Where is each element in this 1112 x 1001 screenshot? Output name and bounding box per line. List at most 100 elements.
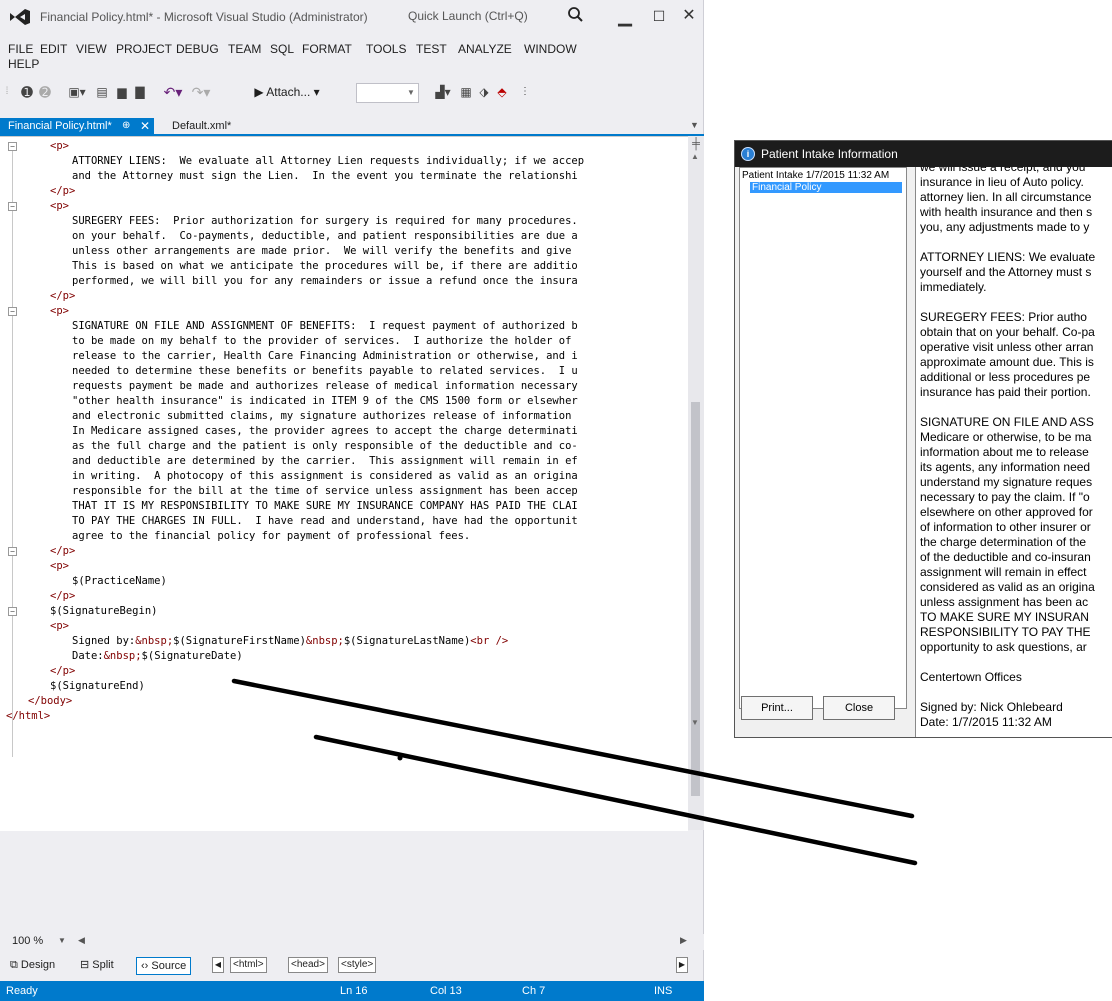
menu-format[interactable]: FORMAT <box>302 42 352 56</box>
code-line[interactable]: </p> <box>0 664 688 679</box>
close-window-button[interactable]: ✕ <box>676 4 702 28</box>
menu-window[interactable]: WINDOW <box>524 42 577 56</box>
code-line[interactable]: "other health insurance" is indicated in… <box>0 394 688 409</box>
crumb-right-icon[interactable]: ▶ <box>676 957 688 973</box>
code-line[interactable]: In Medicare assigned cases, the provider… <box>0 424 688 439</box>
menu-debug[interactable]: DEBUG <box>176 42 219 56</box>
code-line[interactable]: </p> <box>0 184 688 199</box>
code-line[interactable]: requests payment be made and authorizes … <box>0 379 688 394</box>
code-line[interactable]: − <p> <box>0 199 688 214</box>
code-line[interactable]: on your behalf. Co-payments, deductible,… <box>0 229 688 244</box>
scroll-down-icon[interactable]: ▼ <box>691 718 699 727</box>
menu-tools[interactable]: TOOLS <box>366 42 406 56</box>
crumb-style[interactable]: <style> <box>338 957 377 973</box>
code-line[interactable]: Signed by:&nbsp;$(SignatureFirstName)&nb… <box>0 634 688 649</box>
new-project-icon[interactable]: ▣▾ <box>66 82 88 102</box>
navigate-back-icon[interactable]: ➊ <box>18 82 36 102</box>
print-button[interactable]: Print... <box>741 696 813 720</box>
code-line[interactable]: to be made on my behalf to the provider … <box>0 334 688 349</box>
code-line[interactable]: </body> <box>0 694 688 709</box>
chevron-down-icon[interactable]: ▼ <box>404 83 419 103</box>
tab-financial-policy[interactable]: Financial Policy.html* ⊕ ✕ <box>0 118 154 134</box>
code-line[interactable]: </p> <box>0 289 688 304</box>
crumb-html[interactable]: <html> <box>230 957 267 973</box>
menu-team[interactable]: TEAM <box>228 42 261 56</box>
open-file-icon[interactable]: ▤ <box>94 82 110 102</box>
solution-config-combo[interactable] <box>356 83 406 103</box>
scroll-right-icon[interactable]: ▶ <box>680 935 687 946</box>
save-all-icon[interactable]: ▇ <box>132 82 148 102</box>
code-line[interactable]: ATTORNEY LIENS: We evaluate all Attorney… <box>0 154 688 169</box>
editor-vertical-scrollbar[interactable]: ╪ ▲ ▼ <box>688 136 704 830</box>
code-line[interactable]: SIGNATURE ON FILE AND ASSIGNMENT OF BENE… <box>0 319 688 334</box>
code-line[interactable]: and deductible are determined by the car… <box>0 454 688 469</box>
code-line[interactable]: THAT IT IS MY RESPONSIBILITY TO MAKE SUR… <box>0 499 688 514</box>
menu-sql[interactable]: SQL <box>270 42 294 56</box>
collapse-icon[interactable]: − <box>8 202 17 211</box>
code-line[interactable]: <p> <box>0 619 688 634</box>
code-line[interactable]: Date:&nbsp;$(SignatureDate) <box>0 649 688 664</box>
code-line[interactable]: </p> <box>0 589 688 604</box>
menu-edit[interactable]: EDIT <box>40 42 67 56</box>
crumb-head[interactable]: <head> <box>288 957 328 973</box>
collapse-icon[interactable]: − <box>8 307 17 316</box>
code-line[interactable]: in writing. A photocopy of this assignme… <box>0 469 688 484</box>
redo-icon[interactable]: ↷▾ <box>188 82 214 102</box>
code-line[interactable]: − $(SignatureBegin) <box>0 604 688 619</box>
collapse-icon[interactable]: − <box>8 547 17 556</box>
code-line[interactable]: as the full charge and the patient is on… <box>0 439 688 454</box>
quick-launch-input[interactable]: Quick Launch (Ctrl+Q) <box>404 6 564 26</box>
collapse-icon[interactable]: − <box>8 607 17 616</box>
find-in-files-icon[interactable]: ▟▾ <box>432 82 454 102</box>
menu-analyze[interactable]: ANALYZE <box>458 42 512 56</box>
code-editor[interactable]: − <p> ATTORNEY LIENS: We evaluate all Atto… <box>0 136 688 831</box>
scroll-left-icon[interactable]: ◀ <box>78 935 85 946</box>
design-view-button[interactable]: ⧉ Design <box>6 957 59 973</box>
scrollbar-thumb[interactable] <box>691 402 700 796</box>
menu-project[interactable]: PROJECT <box>116 42 172 56</box>
close-button[interactable]: Close <box>823 696 895 720</box>
attach-button[interactable]: ▶ Attach... ▾ <box>248 82 326 102</box>
code-line[interactable]: $(SignatureEnd) <box>0 679 688 694</box>
code-line[interactable]: and the Attorney must sign the Lien. In … <box>0 169 688 184</box>
code-line[interactable]: performed, we will bill you for any rema… <box>0 274 688 289</box>
bookmark-icon[interactable]: ⬗ <box>476 82 492 102</box>
code-line[interactable]: agree to the financial policy for paymen… <box>0 529 688 544</box>
save-icon[interactable]: ▆ <box>114 82 130 102</box>
page-icon[interactable]: ▦ <box>458 82 474 102</box>
code-line[interactable]: <p> <box>0 559 688 574</box>
crumb-left-icon[interactable]: ◀ <box>212 957 224 973</box>
code-line[interactable]: release to the carrier, Health Care Fina… <box>0 349 688 364</box>
collapse-icon[interactable]: − <box>8 142 17 151</box>
navigate-forward-icon[interactable]: ➋ <box>36 82 54 102</box>
code-line[interactable]: − <p> <box>0 304 688 319</box>
code-line[interactable]: − <p> <box>0 139 688 154</box>
chevron-down-icon[interactable]: ▼ <box>58 936 66 945</box>
minimize-button[interactable]: ▁ <box>612 4 638 28</box>
menu-view[interactable]: VIEW <box>76 42 107 56</box>
tab-default-xml[interactable]: Default.xml* <box>172 118 231 134</box>
menu-file[interactable]: FILE <box>8 42 33 56</box>
menu-test[interactable]: TEST <box>416 42 447 56</box>
toolbar-overflow-icon[interactable]: ⋮ <box>520 82 530 102</box>
undo-icon[interactable]: ↶▾ <box>160 82 186 102</box>
code-line[interactable]: This is based on what we anticipate the … <box>0 259 688 274</box>
code-line[interactable]: unless other arrangements are made prior… <box>0 244 688 259</box>
tree-item-financial-policy[interactable]: Financial Policy <box>750 182 902 193</box>
tree-item-patient-intake[interactable]: Patient Intake 1/7/2015 11:32 AM <box>742 170 889 181</box>
close-tab-icon[interactable]: ✕ <box>140 118 150 134</box>
code-line[interactable]: SUREGERY FEES: Prior authorization for s… <box>0 214 688 229</box>
pin-icon[interactable]: ⊕ <box>122 118 130 134</box>
split-view-button[interactable]: ⊟ Split <box>76 957 118 973</box>
code-line[interactable]: responsible for the bill at the time of … <box>0 484 688 499</box>
code-line[interactable]: needed to determine these benefits or be… <box>0 364 688 379</box>
split-editor-icon[interactable]: ╪ <box>690 138 702 150</box>
code-line[interactable]: − </p> <box>0 544 688 559</box>
maximize-button[interactable]: ☐ <box>646 4 672 28</box>
menu-help[interactable]: HELP <box>8 57 39 71</box>
tab-overflow-icon[interactable]: ▼ <box>690 120 699 130</box>
scroll-up-icon[interactable]: ▲ <box>691 152 699 161</box>
code-line[interactable]: $(PracticeName) <box>0 574 688 589</box>
code-line[interactable]: TO PAY THE CHARGES IN FULL. I have read … <box>0 514 688 529</box>
code-line[interactable]: </html> <box>0 709 688 724</box>
